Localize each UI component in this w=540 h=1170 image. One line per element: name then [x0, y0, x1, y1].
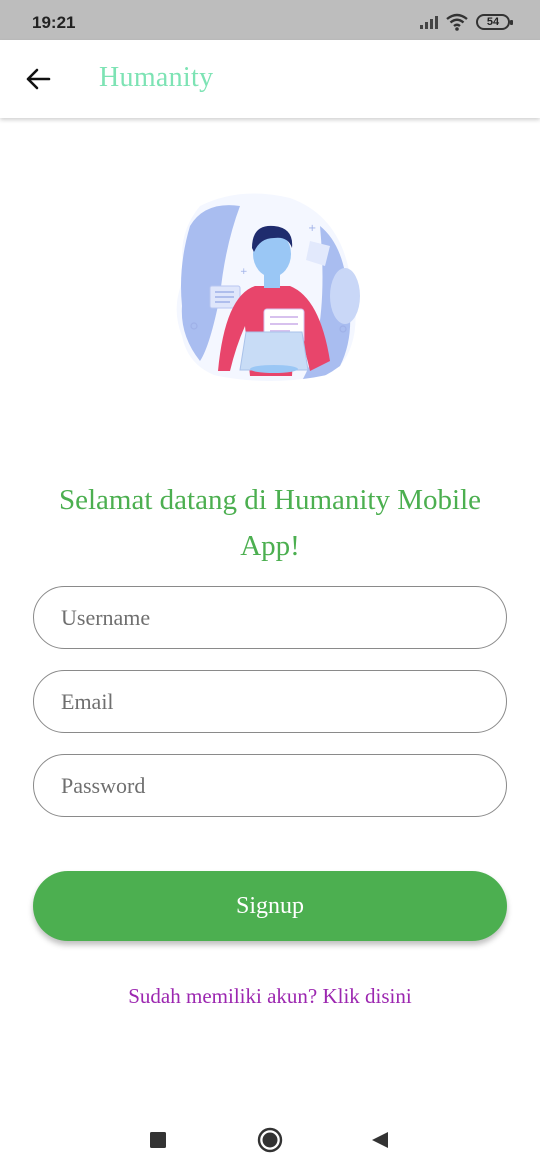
- signup-button[interactable]: Signup: [33, 871, 507, 941]
- login-link[interactable]: Sudah memiliki akun? Klik disini: [0, 984, 540, 1009]
- recent-apps-button[interactable]: [140, 1122, 176, 1158]
- email-input[interactable]: [34, 671, 506, 732]
- system-nav-bar: [0, 1110, 540, 1170]
- status-bar: 19:21 54: [0, 0, 540, 40]
- arrow-left-icon: [26, 68, 51, 90]
- signup-button-label: Signup: [235, 892, 304, 919]
- svg-text:+: +: [240, 267, 248, 277]
- battery-icon: 54: [476, 14, 513, 30]
- person-with-laptop-illustration: + +: [170, 186, 370, 391]
- back-button[interactable]: [20, 62, 56, 96]
- email-field[interactable]: [33, 670, 507, 733]
- home-button[interactable]: [252, 1122, 288, 1158]
- wifi-icon: [446, 13, 468, 31]
- username-field[interactable]: [33, 586, 507, 649]
- battery-level: 54: [486, 16, 500, 28]
- status-time: 19:21: [32, 13, 76, 32]
- app-bar: Humanity: [0, 40, 540, 118]
- svg-text:+: +: [308, 223, 316, 234]
- recent-apps-icon: [150, 1132, 166, 1148]
- signal-icon: [420, 15, 438, 29]
- password-field[interactable]: [33, 754, 507, 817]
- password-input[interactable]: [34, 755, 506, 816]
- home-icon: [257, 1127, 283, 1153]
- welcome-heading: Selamat datang di Humanity Mobile App!: [58, 484, 482, 562]
- back-nav-button[interactable]: [362, 1122, 398, 1158]
- app-title: Humanity: [99, 62, 214, 93]
- username-input[interactable]: [34, 587, 506, 648]
- status-icons: 54: [420, 12, 513, 32]
- back-triangle-icon: [372, 1132, 388, 1148]
